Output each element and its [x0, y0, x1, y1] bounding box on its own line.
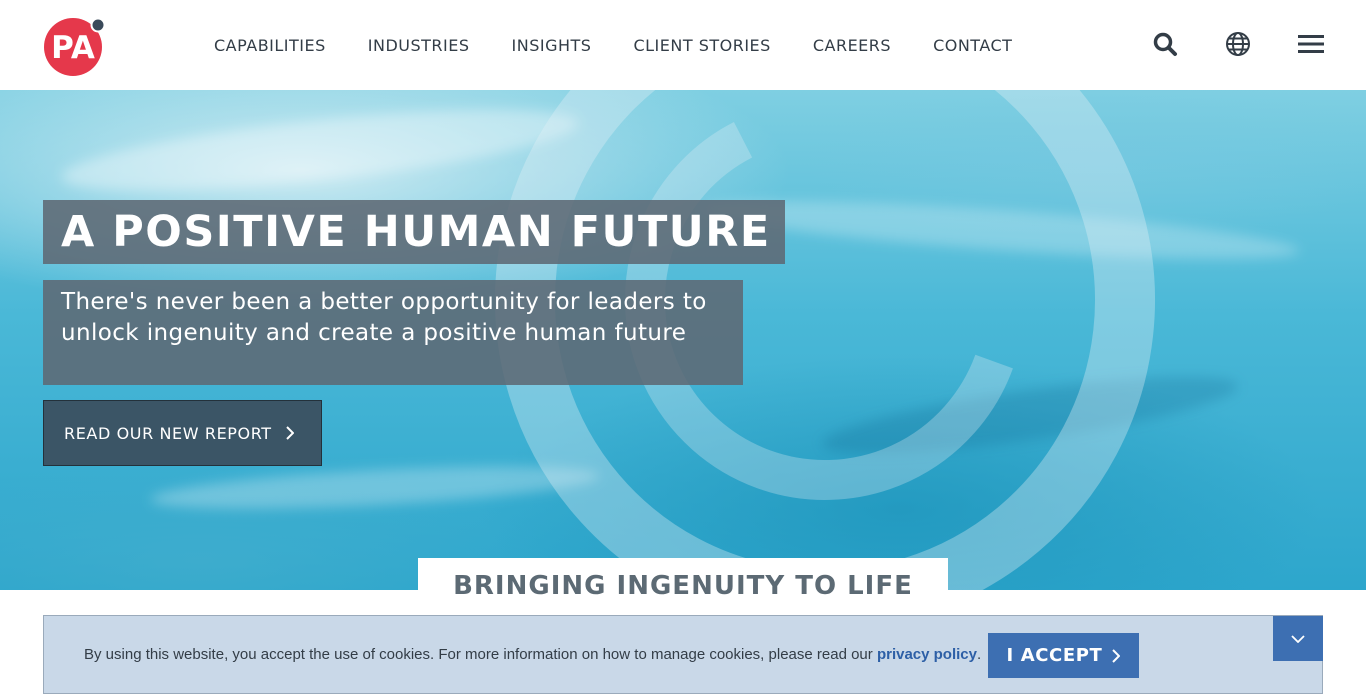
- cookie-message: By using this website, you accept the us…: [84, 646, 981, 663]
- nav-contact[interactable]: CONTACT: [933, 36, 1012, 55]
- chevron-down-icon: [1291, 634, 1305, 643]
- nav-insights[interactable]: INSIGHTS: [512, 36, 592, 55]
- globe-icon[interactable]: [1224, 30, 1252, 58]
- privacy-policy-link[interactable]: privacy policy: [877, 646, 977, 663]
- cookie-banner: By using this website, you accept the us…: [43, 615, 1323, 694]
- read-report-label: READ OUR NEW REPORT: [64, 423, 272, 443]
- search-icon[interactable]: [1151, 30, 1179, 58]
- accept-cookies-button[interactable]: I ACCEPT: [988, 633, 1139, 678]
- hero-banner: A POSITIVE HUMAN FUTURE There's never be…: [0, 90, 1366, 590]
- cookie-text: By using this website, you accept the us…: [84, 646, 877, 663]
- chevron-right-icon: [285, 426, 294, 440]
- nav-capabilities[interactable]: CAPABILITIES: [214, 36, 326, 55]
- read-report-button[interactable]: READ OUR NEW REPORT: [43, 400, 322, 466]
- hero-subtitle: There's never been a better opportunity …: [43, 280, 743, 385]
- chevron-right-icon: [1112, 648, 1121, 663]
- site-header: PA CAPABILITIES INDUSTRIES INSIGHTS CLIE…: [0, 0, 1366, 90]
- logo-text: PA: [51, 30, 95, 66]
- accept-label: I ACCEPT: [1006, 645, 1103, 666]
- cookie-period: .: [977, 646, 982, 663]
- hero-title: A POSITIVE HUMAN FUTURE: [43, 200, 785, 264]
- pa-logo[interactable]: PA: [43, 16, 109, 76]
- tagline-heading: BRINGING INGENUITY TO LIFE: [418, 558, 948, 618]
- main-nav: CAPABILITIES INDUSTRIES INSIGHTS CLIENT …: [214, 0, 1054, 90]
- nav-client-stories[interactable]: CLIENT STORIES: [633, 36, 770, 55]
- nav-industries[interactable]: INDUSTRIES: [368, 36, 470, 55]
- collapse-banner-button[interactable]: [1273, 616, 1323, 661]
- menu-icon[interactable]: [1297, 30, 1325, 58]
- nav-careers[interactable]: CAREERS: [813, 36, 891, 55]
